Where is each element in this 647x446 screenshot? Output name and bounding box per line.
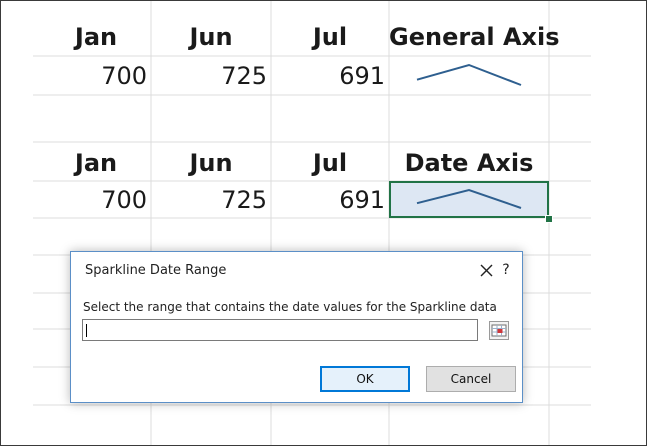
header-general-axis[interactable]: General Axis (389, 25, 560, 49)
value-jan-2[interactable]: 700 (41, 188, 147, 212)
dialog-title: Sparkline Date Range (85, 263, 227, 278)
close-icon[interactable] (475, 260, 499, 282)
help-button[interactable]: ? (496, 260, 516, 280)
header-jan-2[interactable]: Jan (41, 151, 151, 175)
ok-button[interactable]: OK (320, 366, 410, 392)
sparkline-date-range-dialog: Sparkline Date Range ? Select the range … (70, 251, 523, 403)
sparkline-date-axis[interactable] (389, 181, 549, 218)
value-jun-1[interactable]: 725 (151, 64, 267, 88)
header-jul-1[interactable]: Jul (271, 25, 389, 49)
cancel-button[interactable]: Cancel (426, 366, 516, 392)
value-jul-2[interactable]: 691 (271, 188, 385, 212)
range-selector-icon (491, 324, 507, 337)
header-jul-2[interactable]: Jul (271, 151, 389, 175)
header-jun-2[interactable]: Jun (151, 151, 271, 175)
sparkline-date-axis-line (416, 188, 522, 209)
header-jun-1[interactable]: Jun (151, 25, 271, 49)
value-jan-1[interactable]: 700 (41, 64, 147, 88)
header-jan-1[interactable]: Jan (41, 25, 151, 49)
text-caret (86, 324, 87, 337)
range-prompt-label: Select the range that contains the date … (83, 300, 497, 314)
sparkline-general-axis-line (416, 63, 522, 86)
spreadsheet-view: Jan Jun Jul General Axis 700 725 691 Jan… (0, 0, 647, 446)
header-date-axis[interactable]: Date Axis (389, 151, 549, 175)
date-range-input[interactable] (82, 319, 478, 341)
fill-handle[interactable] (545, 215, 553, 223)
value-jun-2[interactable]: 725 (151, 188, 267, 212)
value-jul-1[interactable]: 691 (271, 64, 385, 88)
sparkline-general-axis[interactable] (389, 56, 549, 95)
collapse-dialog-button[interactable] (489, 321, 509, 340)
